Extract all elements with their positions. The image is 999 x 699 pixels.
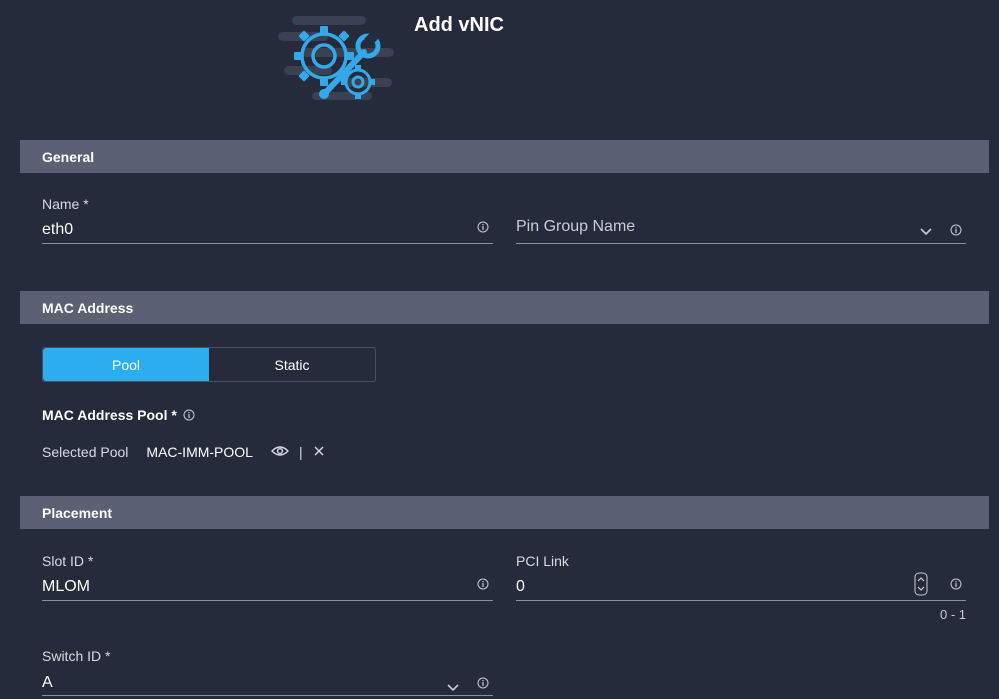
name-field[interactable]: eth0 (42, 218, 493, 244)
slot-id-field[interactable]: MLOM (42, 575, 493, 601)
info-icon[interactable] (950, 578, 962, 590)
section-mac-address-header: MAC Address (20, 291, 989, 324)
name-label: Name * (42, 196, 89, 212)
info-icon[interactable] (477, 578, 489, 590)
info-icon[interactable] (183, 409, 195, 421)
pci-link-value[interactable]: 0 (516, 578, 525, 596)
slot-id-value[interactable]: MLOM (42, 578, 90, 596)
pin-group-placeholder: Pin Group Name (516, 218, 636, 235)
mac-address-pool-label-text: MAC Address Pool * (42, 407, 177, 423)
page-title: Add vNIC (414, 14, 504, 36)
close-icon[interactable] (313, 444, 325, 460)
switch-id-select[interactable]: A (42, 670, 493, 696)
selected-pool-row: Selected Pool MAC-IMM-POOL | (42, 444, 325, 460)
chevron-down-icon[interactable] (920, 223, 932, 241)
info-icon[interactable] (950, 224, 962, 236)
pci-link-range-hint: 0 - 1 (940, 607, 967, 622)
pin-group-select[interactable]: Pin Group Name (516, 216, 966, 244)
info-icon[interactable] (477, 677, 489, 689)
eye-icon[interactable] (270, 444, 289, 460)
info-icon[interactable] (477, 221, 489, 233)
action-separator: | (298, 444, 303, 460)
mac-address-pool-label: MAC Address Pool * (42, 407, 195, 423)
stepper-icon[interactable] (914, 572, 928, 601)
selected-pool-value: MAC-IMM-POOL (146, 444, 253, 460)
pool-toggle-button[interactable]: Pool (43, 348, 209, 381)
pci-link-field[interactable]: 0 (516, 572, 966, 601)
switch-id-label: Switch ID * (42, 648, 111, 664)
gear-wrench-icon (272, 8, 400, 108)
switch-id-value[interactable]: A (42, 674, 53, 692)
mac-mode-toggle[interactable]: Pool Static (42, 347, 376, 382)
section-general-header: General (20, 140, 989, 173)
name-value[interactable]: eth0 (42, 221, 73, 239)
pci-link-label: PCI Link (516, 553, 569, 569)
static-toggle-button[interactable]: Static (209, 348, 375, 381)
slot-id-label: Slot ID * (42, 553, 94, 569)
selected-pool-label: Selected Pool (42, 444, 129, 460)
section-placement-header: Placement (20, 496, 989, 529)
